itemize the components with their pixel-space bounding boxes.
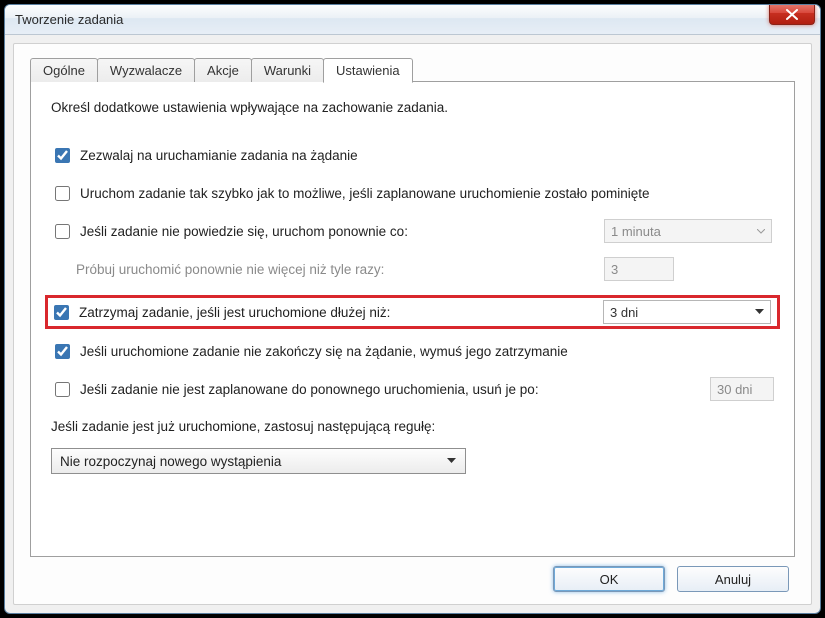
settings-panel: Określ dodatkowe ustawienia wpływające n…: [30, 81, 795, 557]
checkbox-delete-after[interactable]: [55, 382, 70, 397]
tab-actions[interactable]: Akcje: [194, 58, 252, 82]
combo-restart-interval: 1 minuta: [604, 219, 772, 243]
close-button[interactable]: [769, 4, 815, 25]
checkbox-force-stop[interactable]: [55, 344, 70, 359]
ok-button[interactable]: OK: [553, 566, 665, 592]
window-title: Tworzenie zadania: [15, 12, 123, 27]
label-run-asap: Uruchom zadanie tak szybko jak to możliw…: [80, 186, 774, 201]
tab-conditions[interactable]: Warunki: [251, 58, 324, 82]
input-retry-count: 3: [604, 257, 674, 281]
combo-stop-duration[interactable]: 3 dni: [603, 300, 771, 324]
label-allow-on-demand: Zezwalaj na uruchamianie zadania na żąda…: [80, 148, 774, 163]
tab-general[interactable]: Ogólne: [30, 58, 98, 82]
cancel-button[interactable]: Anuluj: [677, 566, 789, 592]
label-force-stop: Jeśli uruchomione zadanie nie zakończy s…: [80, 344, 774, 359]
titlebar: Tworzenie zadania: [5, 5, 820, 35]
chevron-down-icon: [757, 229, 765, 234]
tab-triggers[interactable]: Wyzwalacze: [97, 58, 195, 82]
row-run-asap: Uruchom zadanie tak szybko jak to możliw…: [51, 181, 774, 205]
task-create-window: Tworzenie zadania Ogólne Wyzwalacze Akcj…: [4, 4, 821, 614]
chevron-down-icon: [755, 309, 764, 315]
highlighted-row: Zatrzymaj zadanie, jeśli jest uruchomion…: [45, 295, 780, 329]
label-delete-after: Jeśli zadanie nie jest zaplanowane do po…: [80, 382, 710, 397]
row-restart-if-fail: Jeśli zadanie nie powiedzie się, uruchom…: [51, 219, 774, 243]
label-stop-if-longer: Zatrzymaj zadanie, jeśli jest uruchomion…: [79, 305, 603, 320]
checkbox-restart-if-fail[interactable]: [55, 224, 70, 239]
combo-running-rule[interactable]: Nie rozpoczynaj nowego wystąpienia: [51, 448, 466, 474]
checkbox-stop-if-longer[interactable]: [54, 305, 69, 320]
combo-delete-after: 30 dni: [710, 377, 774, 401]
row-retry-count: Próbuj uruchomić ponownie nie więcej niż…: [51, 257, 774, 281]
checkbox-run-asap[interactable]: [55, 186, 70, 201]
label-retry-count: Próbuj uruchomić ponownie nie więcej niż…: [76, 262, 604, 277]
label-running-rule: Jeśli zadanie jest już uruchomione, zast…: [51, 419, 774, 434]
tab-settings[interactable]: Ustawienia: [323, 58, 413, 83]
row-allow-on-demand: Zezwalaj na uruchamianie zadania na żąda…: [51, 143, 774, 167]
close-icon: [786, 9, 798, 20]
label-restart-if-fail: Jeśli zadanie nie powiedzie się, uruchom…: [80, 224, 604, 239]
button-bar: OK Anuluj: [30, 558, 795, 594]
panel-intro: Określ dodatkowe ustawienia wpływające n…: [51, 100, 774, 115]
row-delete-after: Jeśli zadanie nie jest zaplanowane do po…: [51, 377, 774, 401]
client-area: Ogólne Wyzwalacze Akcje Warunki Ustawien…: [13, 43, 812, 605]
row-force-stop: Jeśli uruchomione zadanie nie zakończy s…: [51, 339, 774, 363]
chevron-down-icon: [447, 458, 456, 464]
tab-strip: Ogólne Wyzwalacze Akcje Warunki Ustawien…: [30, 58, 795, 82]
checkbox-allow-on-demand[interactable]: [55, 148, 70, 163]
